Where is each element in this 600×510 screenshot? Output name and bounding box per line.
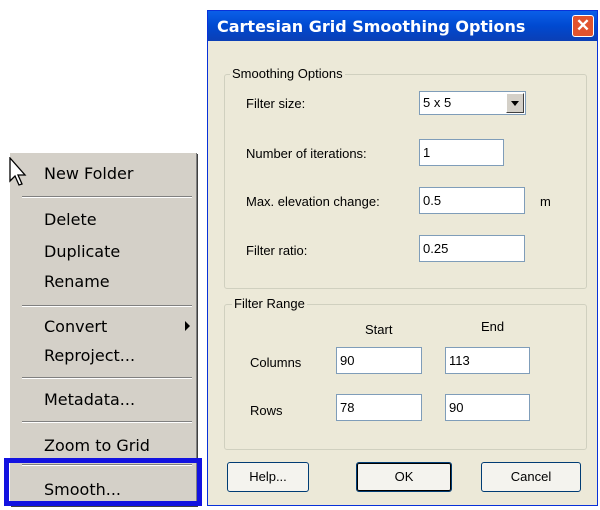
columns-end-input[interactable] xyxy=(445,347,530,374)
menu-item-new-folder[interactable]: New Folder xyxy=(44,164,133,183)
help-button[interactable]: Help... xyxy=(227,462,309,492)
start-column-header: Start xyxy=(365,322,393,337)
columns-start-input[interactable] xyxy=(336,347,422,374)
menu-separator xyxy=(22,305,192,307)
filter-size-select[interactable]: 5 x 5 xyxy=(419,91,526,115)
menu-separator xyxy=(22,196,192,198)
chevron-down-icon[interactable] xyxy=(506,93,524,113)
menu-item-duplicate[interactable]: Duplicate xyxy=(44,242,120,261)
menu-separator xyxy=(22,421,192,423)
menu-separator xyxy=(22,377,192,379)
end-column-header: End xyxy=(481,319,505,334)
menu-item-rename[interactable]: Rename xyxy=(44,272,110,291)
filter-range-group xyxy=(224,304,587,450)
filter-size-value: 5 x 5 xyxy=(423,95,452,110)
menu-item-delete[interactable]: Delete xyxy=(44,210,97,229)
context-menu: New Folder Delete Duplicate Rename Conve… xyxy=(10,153,197,506)
columns-label: Columns xyxy=(250,355,302,370)
menu-item-convert[interactable]: Convert xyxy=(44,317,107,336)
dialog-titlebar[interactable]: Cartesian Grid Smoothing Options ✕ xyxy=(208,11,597,41)
menu-item-metadata[interactable]: Metadata... xyxy=(44,390,135,409)
smoothing-dialog: Cartesian Grid Smoothing Options ✕ Smoot… xyxy=(207,10,598,506)
submenu-arrow-icon xyxy=(185,321,190,331)
rows-end-input[interactable] xyxy=(445,394,530,421)
close-icon[interactable]: ✕ xyxy=(572,15,594,37)
ok-button[interactable]: OK xyxy=(356,462,452,492)
menu-item-reproject[interactable]: Reproject... xyxy=(44,346,135,365)
smoothing-options-label: Smoothing Options xyxy=(230,66,345,81)
filter-ratio-input[interactable] xyxy=(419,235,525,262)
smooth-highlight-box xyxy=(4,458,202,506)
filter-range-label: Filter Range xyxy=(232,296,307,311)
filter-size-label: Filter size: xyxy=(246,96,306,111)
dialog-title: Cartesian Grid Smoothing Options xyxy=(217,17,526,36)
rows-start-input[interactable] xyxy=(336,394,422,421)
mouse-pointer-icon xyxy=(9,157,27,186)
cancel-button[interactable]: Cancel xyxy=(481,462,581,492)
menu-item-zoom-to-grid[interactable]: Zoom to Grid xyxy=(44,436,150,455)
iterations-input[interactable] xyxy=(419,139,504,166)
filter-ratio-label: Filter ratio: xyxy=(246,243,308,258)
rows-label: Rows xyxy=(250,403,283,418)
iterations-label: Number of iterations: xyxy=(246,146,367,161)
max-elevation-label: Max. elevation change: xyxy=(246,194,380,209)
max-elevation-input[interactable] xyxy=(419,187,525,214)
elevation-unit-label: m xyxy=(540,194,551,209)
